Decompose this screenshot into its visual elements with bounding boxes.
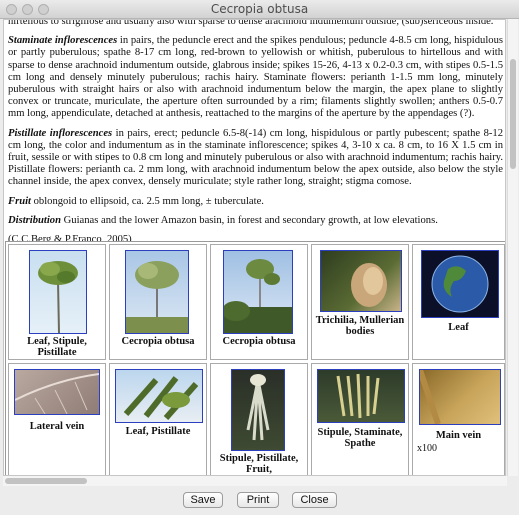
gallery-cell[interactable]: Leaf, Stipule, Pistillate bbox=[8, 244, 106, 360]
image-caption: Leaf, Pistillate bbox=[125, 426, 191, 437]
image-caption: Leaf bbox=[448, 322, 469, 333]
vertical-scrollbar[interactable] bbox=[507, 19, 518, 476]
gallery-cell[interactable]: Cecropia obtusa bbox=[109, 244, 207, 360]
tree-photo[interactable] bbox=[29, 250, 87, 334]
paragraph-pistillate: Pistillate inflorescences in pairs, erec… bbox=[8, 127, 504, 188]
gallery-cell[interactable]: Trichilia, Mullerian bodies bbox=[311, 244, 409, 360]
horizontal-scrollbar[interactable] bbox=[3, 476, 507, 486]
image-caption: Lateral vein bbox=[29, 421, 85, 432]
gallery-cell[interactable]: Main vein x100 bbox=[412, 363, 505, 475]
leaf-pistillate-photo[interactable] bbox=[115, 369, 203, 423]
section-label: Staminate inflorescences bbox=[8, 35, 118, 47]
paragraph-distribution: Distribution Guianas and the lower Amazo… bbox=[8, 214, 438, 226]
window-title: Cecropia obtusa bbox=[210, 2, 309, 16]
section-label: Fruit bbox=[8, 195, 31, 207]
app-window: Cecropia obtusa hirtellous to strigillos… bbox=[0, 0, 519, 515]
section-label: Distribution bbox=[8, 214, 61, 226]
gallery-cell[interactable]: Stipule, Pistillate, Fruit, bbox=[210, 363, 308, 475]
image-caption: Cecropia obtusa bbox=[121, 336, 195, 347]
gallery-cell[interactable]: Leaf, Pistillate bbox=[109, 363, 207, 475]
close-button[interactable]: Close bbox=[292, 492, 337, 508]
image-gallery: Leaf, Stipule, Pistillate Cecropia obtus… bbox=[5, 241, 505, 475]
main-vein-photo[interactable] bbox=[417, 369, 501, 425]
vertical-scroll-thumb[interactable] bbox=[510, 59, 516, 169]
globe-photo[interactable] bbox=[421, 250, 499, 318]
tree-photo[interactable] bbox=[222, 250, 293, 334]
gallery-cell[interactable]: Lateral vein bbox=[8, 363, 106, 475]
magnification-label: x100 bbox=[417, 443, 437, 454]
image-caption: Stipule, Staminate, Spathe bbox=[317, 427, 403, 449]
image-caption: Trichilia, Mullerian bodies bbox=[315, 315, 405, 337]
image-caption: Cecropia obtusa bbox=[222, 336, 296, 347]
stipule-staminate-photo[interactable] bbox=[317, 369, 405, 423]
description-text: hirtellous to strigillose and usually al… bbox=[8, 19, 504, 253]
horizontal-scroll-thumb[interactable] bbox=[5, 478, 87, 484]
trichilia-photo[interactable] bbox=[320, 250, 402, 312]
paragraph-staminate: Staminate inflorescences in pairs, the p… bbox=[8, 35, 503, 120]
gallery-cell[interactable]: Stipule, Staminate, Spathe bbox=[311, 363, 409, 475]
save-button[interactable]: Save bbox=[183, 492, 223, 508]
gallery-cell[interactable]: Cecropia obtusa bbox=[210, 244, 308, 360]
tree-photo[interactable] bbox=[125, 250, 189, 334]
print-button[interactable]: Print bbox=[237, 492, 279, 508]
image-caption: Stipule, Pistillate, Fruit, bbox=[219, 453, 299, 475]
image-caption: Leaf, Stipule, Pistillate bbox=[27, 336, 87, 358]
image-caption: Main vein bbox=[435, 430, 482, 441]
description-pane[interactable]: hirtellous to strigillose and usually al… bbox=[3, 19, 506, 476]
paragraph-indumentum: hirtellous to strigillose and usually al… bbox=[8, 19, 494, 27]
section-label: Pistillate inflorescences bbox=[8, 127, 113, 139]
stipule-pistillate-photo[interactable] bbox=[231, 369, 285, 451]
lateral-vein-photo[interactable] bbox=[14, 369, 100, 415]
gallery-cell[interactable]: Leaf bbox=[412, 244, 505, 360]
paragraph-fruit: Fruit oblongoid to ellipsoid, ca. 2.5 mm… bbox=[8, 195, 264, 207]
title-bar: Cecropia obtusa bbox=[0, 0, 519, 19]
